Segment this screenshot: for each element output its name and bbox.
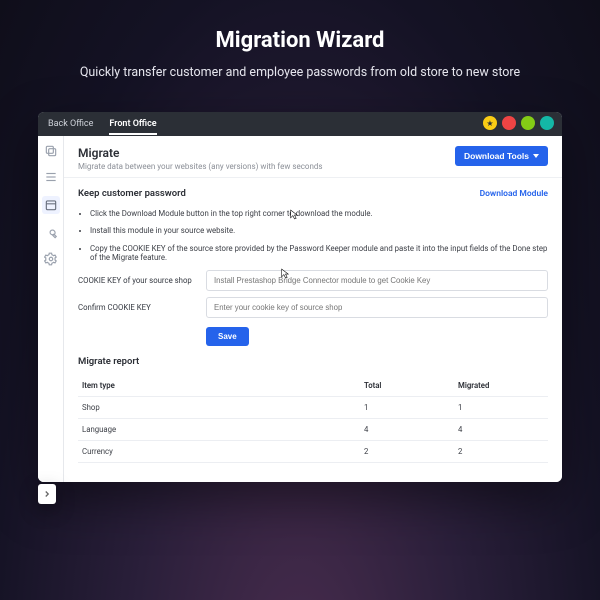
cookie-key-label: COOKIE KEY of your source shop (78, 276, 206, 285)
instr-bullet: Install this module in your source websi… (90, 226, 548, 235)
report-heading: Migrate report (78, 356, 548, 367)
keep-password-heading: Keep customer password (78, 188, 186, 199)
hero-title: Migration Wizard (0, 28, 600, 53)
tab-back-office[interactable]: Back Office (48, 119, 93, 129)
col-total: Total (360, 375, 454, 397)
report-table: Item type Total Migrated Shop 1 1 Langua… (78, 375, 548, 463)
confirm-cookie-label: Confirm COOKIE KEY (78, 303, 206, 312)
table-row: Shop 1 1 (78, 397, 548, 419)
cell: Language (78, 419, 360, 441)
confirm-cookie-input[interactable] (206, 297, 548, 318)
expand-tab-button[interactable] (38, 484, 56, 504)
cell: Shop (78, 397, 360, 419)
cell: 2 (360, 441, 454, 463)
col-item: Item type (78, 375, 360, 397)
list-icon[interactable] (44, 170, 58, 184)
app-window: Back Office Front Office ★ Migrate Migra… (38, 112, 562, 482)
cell: 2 (454, 441, 548, 463)
status-green-icon[interactable] (521, 116, 535, 130)
gear-icon[interactable] (44, 252, 58, 266)
status-teal-icon[interactable] (540, 116, 554, 130)
chevron-down-icon (533, 154, 539, 158)
copy-icon[interactable] (44, 144, 58, 158)
tab-front-office[interactable]: Front Office (109, 119, 156, 129)
wrench-icon[interactable] (44, 226, 58, 240)
cell: 4 (454, 419, 548, 441)
calendar-icon[interactable] (42, 196, 60, 214)
instr-bullet: Copy the COOKIE KEY of the source store … (90, 244, 548, 263)
table-row: Language 4 4 (78, 419, 548, 441)
instr-bullet: Click the Download Module button in the … (90, 209, 548, 218)
sidebar (38, 136, 64, 482)
star-icon[interactable]: ★ (483, 116, 497, 130)
col-migrated: Migrated (454, 375, 548, 397)
cell: 4 (360, 419, 454, 441)
hero-subtitle: Quickly transfer customer and employee p… (0, 65, 600, 80)
chevron-right-icon (42, 489, 52, 499)
page-subtitle: Migrate data between your websites (any … (78, 162, 455, 171)
status-red-icon[interactable] (502, 116, 516, 130)
download-tools-button[interactable]: Download Tools (455, 146, 548, 166)
download-module-link[interactable]: Download Module (480, 189, 548, 199)
topbar: Back Office Front Office ★ (38, 112, 562, 136)
topbar-icons: ★ (483, 116, 554, 130)
download-tools-label: Download Tools (464, 151, 529, 161)
cell: 1 (360, 397, 454, 419)
save-button[interactable]: Save (206, 327, 249, 346)
page-header: Migrate Migrate data between your websit… (64, 136, 562, 178)
cell: 1 (454, 397, 548, 419)
page-title: Migrate (78, 146, 455, 160)
cell: Currency (78, 441, 360, 463)
table-row: Currency 2 2 (78, 441, 548, 463)
cookie-key-input[interactable] (206, 270, 548, 291)
